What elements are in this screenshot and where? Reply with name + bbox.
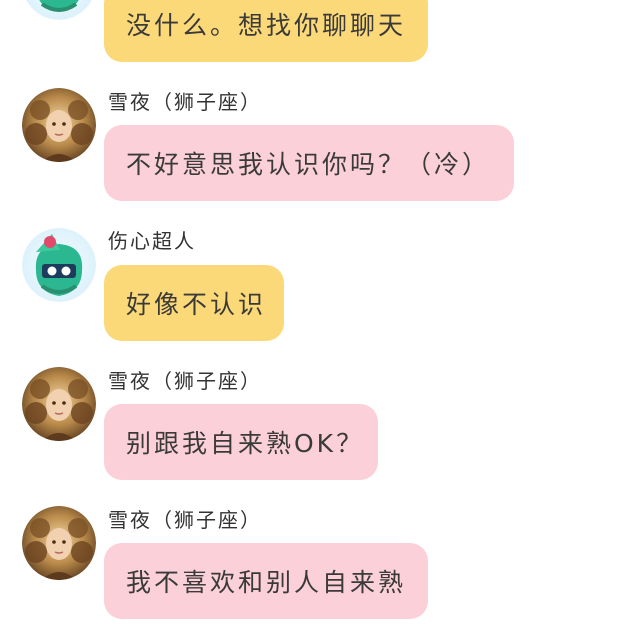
message-text: 别跟我自来熟OK？ bbox=[126, 429, 365, 458]
lion-girl-avatar[interactable] bbox=[22, 88, 96, 162]
sender-name: 雪夜（狮子座） bbox=[108, 90, 262, 114]
message-bubble[interactable]: 我不喜欢和别人自来熟 bbox=[104, 543, 428, 619]
message-text: 不好意思我认识你吗？（冷） bbox=[126, 150, 491, 179]
message-bubble[interactable]: 好像不认识 bbox=[104, 265, 284, 341]
green-monster-avatar[interactable] bbox=[22, 228, 96, 302]
message-bubble[interactable]: 别跟我自来熟OK？ bbox=[104, 404, 378, 480]
message-text: 没什么。想找你聊聊天 bbox=[126, 11, 407, 40]
message-bubble[interactable]: 没什么。想找你聊聊天 bbox=[104, 0, 428, 62]
message-text: 我不喜欢和别人自来熟 bbox=[126, 568, 407, 597]
lion-girl-avatar[interactable] bbox=[22, 506, 96, 580]
message-bubble[interactable]: 不好意思我认识你吗？（冷） bbox=[104, 125, 514, 201]
green-monster-avatar[interactable] bbox=[22, 0, 96, 20]
message-text: 好像不认识 bbox=[126, 290, 267, 319]
chat-log: 没什么。想找你聊聊天 雪夜（狮子座） 不好意思我认识你吗？（冷） 伤心超人 好像… bbox=[0, 0, 640, 643]
lion-girl-avatar[interactable] bbox=[22, 367, 96, 441]
sender-name: 雪夜（狮子座） bbox=[108, 369, 262, 393]
sender-name: 雪夜（狮子座） bbox=[108, 508, 262, 532]
sender-name: 伤心超人 bbox=[108, 229, 196, 253]
